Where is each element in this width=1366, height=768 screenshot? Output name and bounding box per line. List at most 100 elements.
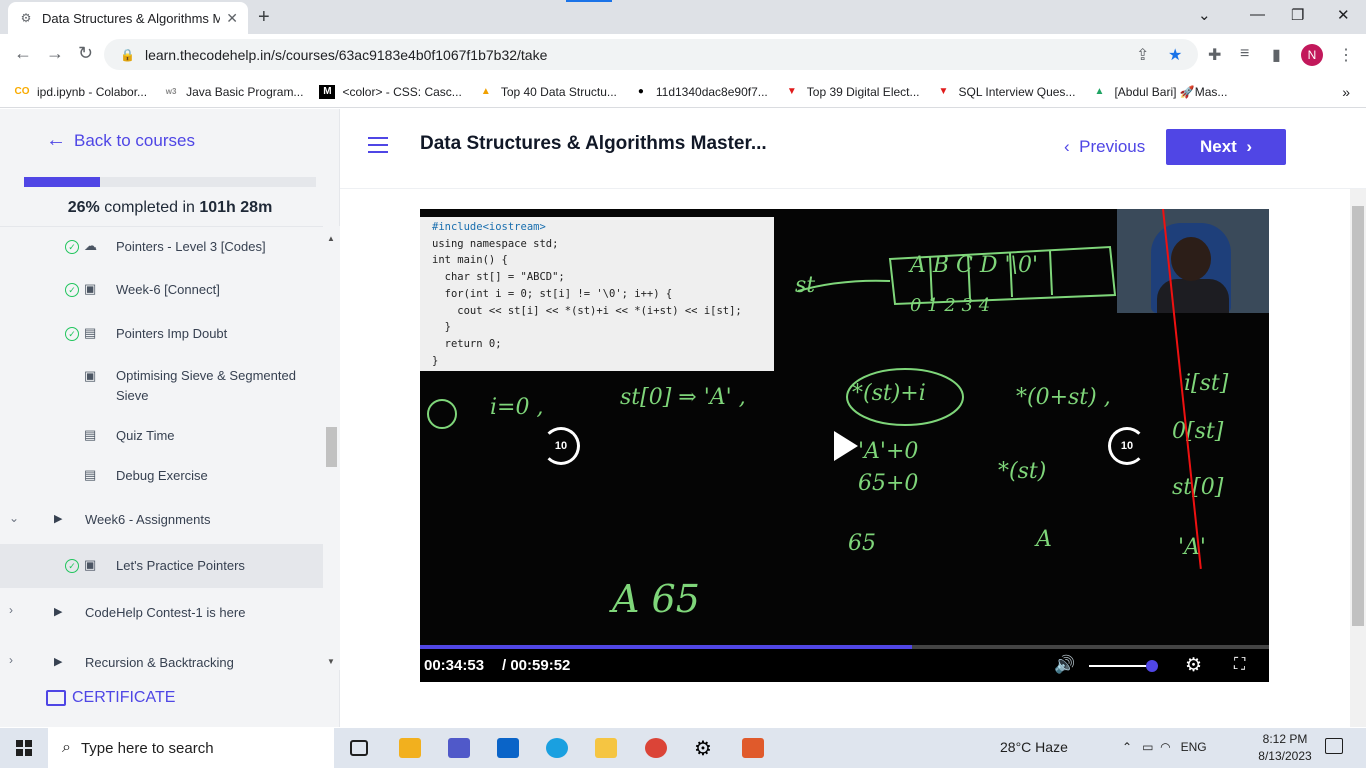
drawing-label: i=0 , <box>490 395 544 420</box>
back-arrow-icon[interactable]: ← <box>14 43 32 64</box>
forward-arrow-icon[interactable]: → <box>46 43 64 64</box>
scroll-down-icon[interactable]: ▼ <box>327 657 335 666</box>
volume-icon[interactable]: 🔊 <box>1054 655 1075 675</box>
share-icon[interactable]: ⇪ <box>1136 45 1149 65</box>
section-header[interactable]: › ▶ CodeHelp Contest-1 is here <box>0 601 323 625</box>
bookmark-item[interactable]: M <color> - CSS: Casc... <box>319 84 462 99</box>
mail-icon[interactable] <box>497 738 519 758</box>
handwritten-drawing <box>427 245 1117 429</box>
url-text: learn.thecodehelp.in/s/courses/63ac9183e… <box>144 46 548 63</box>
course-sidebar: ← Back to courses 26% completed in 101h … <box>0 109 340 727</box>
file-explorer-icon[interactable] <box>595 738 617 758</box>
extensions-icon[interactable]: ✚ <box>1208 45 1221 65</box>
drawing-label: 0[st] <box>1172 419 1224 444</box>
rewind-10-button[interactable]: 10 <box>542 427 580 465</box>
side-panel-icon[interactable]: ▮ <box>1272 45 1281 65</box>
drawing-label: st[0] ⇒ 'A' , <box>620 385 746 410</box>
menu-kebab-icon[interactable]: ⋮ <box>1338 45 1354 65</box>
site-favicon-icon: ⚙ <box>20 11 32 25</box>
restore-icon[interactable]: ❐ <box>1291 6 1304 24</box>
teams-icon[interactable] <box>448 738 470 758</box>
bookmark-item[interactable]: ▲ [Abdul Bari] 🚀Mas... <box>1091 85 1227 99</box>
course-progress-bar <box>24 177 316 187</box>
back-to-courses-link[interactable]: ← Back to courses <box>46 129 195 152</box>
scroll-up-icon[interactable]: ▲ <box>327 234 335 243</box>
tab-strip: ⚙ Data Structures & Algorithms Ma ✕ + ⌄ … <box>0 0 1366 34</box>
settings-gear-icon[interactable]: ⚙ <box>1185 654 1202 677</box>
lesson-item[interactable]: ✓ ▣ Week-6 [Connect] <box>0 278 323 302</box>
tab-search-icon[interactable]: ⌄ <box>1198 6 1211 24</box>
current-time: 00:34:53 <box>424 657 485 674</box>
edge-icon[interactable] <box>546 738 568 758</box>
mdn-icon: M <box>319 84 336 99</box>
github-icon: ● <box>637 86 644 97</box>
lesson-item[interactable]: ✓ ☁ Pointers - Level 3 [Codes] <box>0 235 323 259</box>
chrome-icon[interactable] <box>645 738 667 758</box>
play-button[interactable] <box>834 431 858 461</box>
lesson-item[interactable]: ✓ ▤ Pointers Imp Doubt <box>0 322 323 346</box>
new-tab-icon[interactable]: + <box>258 6 270 29</box>
drawing-label: st[0] <box>1172 475 1224 500</box>
lesson-item-active[interactable]: ✓ ▣ Let's Practice Pointers <box>0 544 323 588</box>
close-tab-icon[interactable]: ✕ <box>226 10 238 27</box>
lesson-list: ✓ ☁ Pointers - Level 3 [Codes] ✓ ▣ Week-… <box>0 226 323 670</box>
browser-toolbar: ← → ↻ 🔒 learn.thecodehelp.in/s/courses/6… <box>0 34 1366 76</box>
battery-icon[interactable]: ▭ <box>1142 740 1153 754</box>
close-window-icon[interactable]: ✕ <box>1337 6 1350 24</box>
drawing-label: A 65 <box>612 577 700 621</box>
bookmark-star-icon[interactable]: ★ <box>1168 45 1182 65</box>
profile-avatar[interactable]: N <box>1301 44 1323 66</box>
system-tray[interactable]: ⌃ ▭ ◠ ENG <box>1122 740 1207 754</box>
clock[interactable]: 8:12 PM 8/13/2023 <box>1250 731 1320 765</box>
section-header[interactable]: ⌄ ▶ Week6 - Assignments <box>0 508 323 532</box>
check-icon: ✓ <box>65 559 79 573</box>
certificate-link[interactable]: CERTIFICATE <box>46 689 175 707</box>
bookmark-item[interactable]: ▲ Top 40 Data Structu... <box>478 85 617 99</box>
chevron-right-icon: › <box>1246 137 1252 156</box>
forward-10-button[interactable]: 10 <box>1108 427 1146 465</box>
menu-icon[interactable] <box>368 137 388 153</box>
address-bar[interactable]: 🔒 learn.thecodehelp.in/s/courses/63ac918… <box>104 39 1198 70</box>
video-icon: ▣ <box>84 281 97 296</box>
drawing-label: *(st) <box>998 459 1047 484</box>
notification-icon[interactable] <box>1325 738 1343 754</box>
drawing-label: *(0+st) , <box>1016 385 1111 410</box>
weather-widget[interactable]: 28°C Haze <box>1000 739 1068 755</box>
windows-start-icon[interactable] <box>16 740 32 756</box>
lesson-item[interactable]: ▤ Quiz Time <box>0 424 323 448</box>
volume-knob[interactable] <box>1145 660 1158 672</box>
reload-icon[interactable]: ↻ <box>78 43 93 64</box>
section-header[interactable]: › ▶ Recursion & Backtracking <box>0 651 323 670</box>
bookmark-item[interactable]: w3 Java Basic Program... <box>163 85 304 99</box>
next-button[interactable]: Next › <box>1166 129 1286 165</box>
page-scroll-thumb[interactable] <box>1352 206 1364 626</box>
chevron-up-icon[interactable]: ⌃ <box>1122 740 1132 754</box>
settings-app-icon[interactable]: ⚙ <box>694 736 712 761</box>
task-view-icon[interactable] <box>350 740 368 756</box>
lesson-item[interactable]: ▤ Debug Exercise <box>0 464 323 488</box>
taskbar-search[interactable]: ⌕ Type here to search <box>48 728 334 768</box>
bookmark-item[interactable]: ▼ SQL Interview Ques... <box>936 85 1076 99</box>
sidebar-scroll-thumb[interactable] <box>326 427 337 467</box>
document-icon: ▤ <box>84 325 97 340</box>
minimize-icon[interactable]: — <box>1250 6 1265 23</box>
wifi-icon[interactable]: ◠ <box>1160 740 1170 754</box>
media-queue-icon[interactable]: ≡ <box>1240 45 1249 63</box>
language-indicator[interactable]: ENG <box>1181 740 1207 754</box>
drawing-label: 65+0 <box>858 471 919 496</box>
video-player[interactable]: #include<iostream> using namespace std; … <box>420 209 1269 682</box>
previous-button[interactable]: ‹ Previous <box>1064 137 1145 157</box>
chevron-right-icon: › <box>9 603 13 617</box>
bookmark-item[interactable]: ▼ Top 39 Digital Elect... <box>784 85 920 99</box>
browser-tab[interactable]: ⚙ Data Structures & Algorithms Ma ✕ <box>8 2 248 34</box>
drawing-label: 0 1 2 3 4 <box>910 295 991 316</box>
bookmark-item[interactable]: CO ipd.ipynb - Colabor... <box>14 85 148 99</box>
lesson-item[interactable]: ▣ Optimising Sieve & Segmented Sieve <box>0 365 323 409</box>
bookmark-item[interactable]: ● 11d1340dac8e90f7... <box>633 85 768 99</box>
store-icon[interactable] <box>399 738 421 758</box>
lock-icon: 🔒 <box>120 47 135 62</box>
fullscreen-icon[interactable]: ⛶ <box>1234 656 1245 674</box>
app-icon[interactable] <box>742 738 764 758</box>
chevron-left-icon: ‹ <box>1064 137 1070 156</box>
more-bookmarks-icon[interactable]: » <box>1342 84 1350 100</box>
